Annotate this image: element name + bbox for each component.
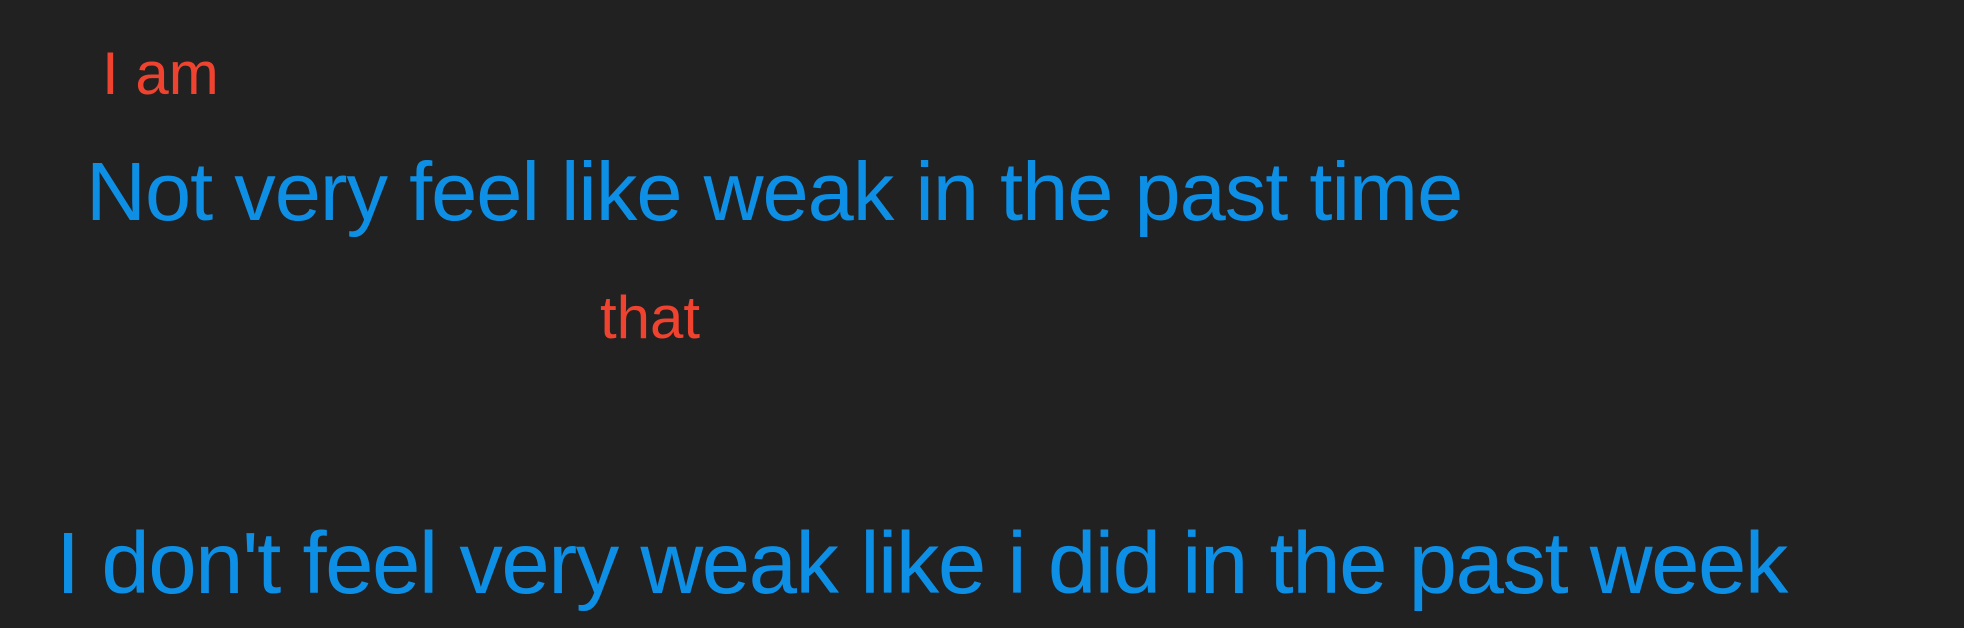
insertion-label-i-am: I am [102, 40, 219, 107]
original-sentence: Not very feel like weak in the past time [86, 145, 1463, 238]
corrected-sentence: I don't feel very weak like i did in the… [56, 515, 1788, 612]
insertion-label-that: that [600, 284, 701, 351]
